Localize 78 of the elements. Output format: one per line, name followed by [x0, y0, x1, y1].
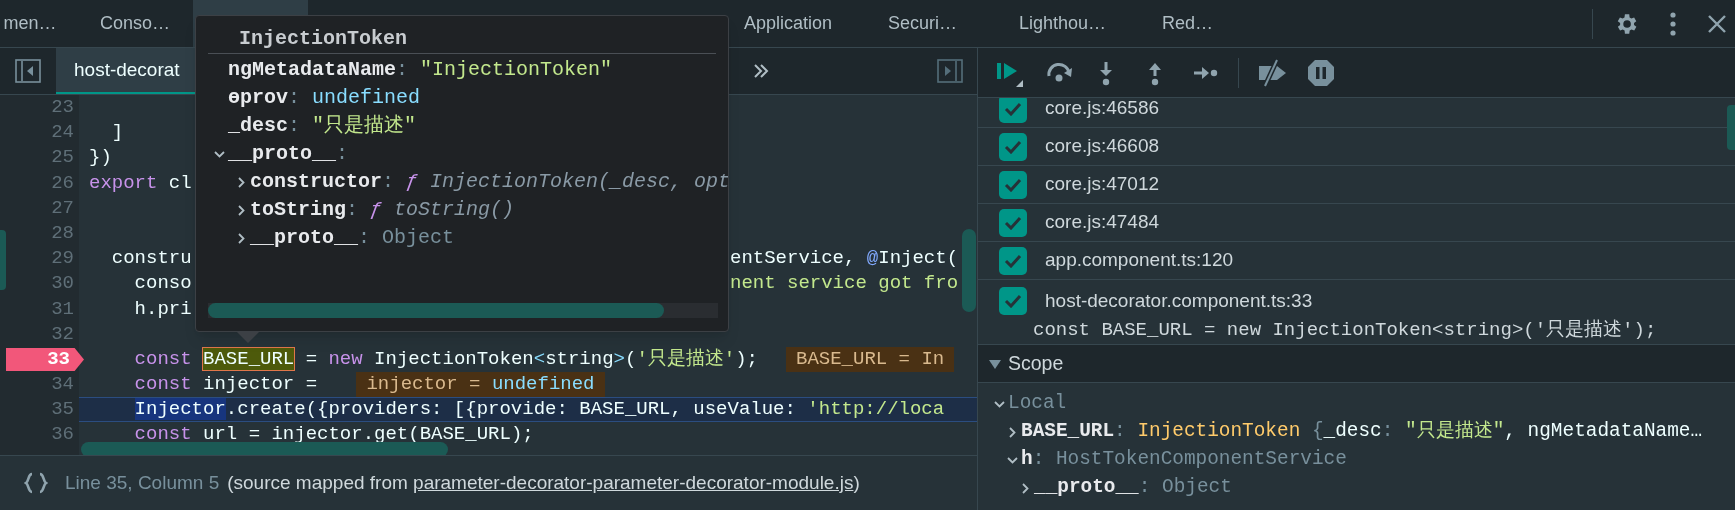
- sidebar-toggle-icon[interactable]: [937, 59, 963, 83]
- property-row[interactable]: constructor: ƒ InjectionToken(_desc, opt: [250, 167, 728, 197]
- chevron-down-icon[interactable]: [214, 148, 225, 160]
- checkmark-icon: [1004, 294, 1022, 308]
- inline-value: BASE_URL = In: [786, 346, 955, 373]
- chevron-right-icon[interactable]: [1020, 482, 1031, 494]
- checkbox[interactable]: [999, 98, 1027, 123]
- pretty-print-icon[interactable]: [24, 472, 48, 494]
- breakpoint-location[interactable]: core.js:47012: [1045, 170, 1160, 199]
- close-icon[interactable]: [1707, 13, 1727, 34]
- panel-tab[interactable]: Red…: [1140, 0, 1235, 47]
- file-tab[interactable]: host-decorat: [56, 48, 196, 94]
- tooltip-title: InjectionToken: [239, 26, 408, 52]
- triangle-down-icon[interactable]: [989, 357, 1001, 370]
- panel-tab[interactable]: Conso…: [80, 0, 190, 47]
- inline-value: injector = undefined: [356, 372, 605, 398]
- breakpoint-location[interactable]: host-decorator.component.ts:33: [1045, 286, 1313, 316]
- breakpoint-location[interactable]: app.component.ts:120: [1045, 246, 1234, 275]
- vertical-scrollbar[interactable]: [962, 229, 976, 312]
- code-line: const injector =: [133, 372, 319, 398]
- horizontal-scrollbar[interactable]: [81, 442, 448, 455]
- chevron-right-icon[interactable]: [236, 204, 247, 216]
- scroll-indicator: [0, 230, 6, 290]
- checkbox[interactable]: [999, 170, 1027, 199]
- scope-entry[interactable]: h: HostTokenComponentService: [1021, 445, 1347, 475]
- property-row[interactable]: __proto__: Object: [250, 223, 455, 253]
- horizontal-scrollbar[interactable]: [208, 303, 664, 318]
- checkbox[interactable]: [999, 208, 1027, 237]
- panel-tab[interactable]: Securi…: [865, 0, 980, 47]
- panel-tab[interactable]: men…: [0, 0, 60, 47]
- checkmark-icon: [1004, 139, 1022, 154]
- code-line: ]: [110, 120, 124, 146]
- section-title[interactable]: Scope: [1008, 348, 1064, 379]
- breakpoint-location[interactable]: core.js:47484: [1045, 208, 1160, 237]
- code-line: h.pri: [133, 296, 192, 322]
- scope-entry[interactable]: BASE_URL: InjectionToken {_desc: "只是描述", ngMetadataName…: [1021, 417, 1703, 447]
- pause-on-exceptions-icon[interactable]: [1307, 58, 1335, 87]
- checkbox[interactable]: [999, 287, 1027, 315]
- chevron-right-icon[interactable]: [1007, 426, 1018, 438]
- checkmark-icon: [1004, 177, 1022, 192]
- property-row[interactable]: ɵprov: undefined: [228, 83, 421, 113]
- panel-tab[interactable]: Application: [730, 0, 846, 47]
- property-row[interactable]: ngMetadataName: "InjectionToken": [228, 55, 613, 85]
- scope-entry[interactable]: Local: [1008, 389, 1067, 419]
- step-over-icon[interactable]: [1046, 61, 1074, 84]
- source-link[interactable]: parameter-decorator-parameter-decorator-module.js: [413, 471, 854, 493]
- code-line: constru: [110, 247, 192, 270]
- checkmark-icon: [1004, 215, 1022, 230]
- checkbox[interactable]: [999, 132, 1027, 161]
- checkmark-icon: [1004, 253, 1022, 268]
- code-snippet: const BASE_URL = new InjectionToken<string>('只是描述');: [1033, 318, 1657, 343]
- code-line: const BASE_URL = new InjectionToken<string>('只是描述');: [133, 346, 758, 372]
- property-row[interactable]: __proto__:: [228, 139, 349, 169]
- breakpoint-location[interactable]: core.js:46586: [1045, 98, 1160, 123]
- property-row[interactable]: _desc: "只是描述": [228, 111, 417, 141]
- more-options-icon[interactable]: [1669, 10, 1677, 37]
- chevron-right-icon[interactable]: [236, 176, 247, 188]
- code-line: conso: [133, 272, 192, 295]
- chevron-down-icon[interactable]: [994, 398, 1005, 410]
- code-line: export cl: [89, 170, 192, 196]
- code-line: }): [89, 145, 112, 171]
- cursor-position: Line 35, Column 5: [65, 470, 220, 495]
- code-line: entService, @Inject(: [730, 246, 959, 272]
- vertical-scrollbar[interactable]: [1727, 105, 1735, 150]
- property-row[interactable]: toString: ƒ toString(): [250, 195, 515, 225]
- breakpoint-location[interactable]: core.js:46608: [1045, 132, 1160, 161]
- checkbox[interactable]: [999, 246, 1027, 275]
- checkmark-icon: [1004, 101, 1022, 116]
- panel-tab[interactable]: Lighthou…: [1005, 0, 1120, 47]
- sidebar-toggle-icon[interactable]: [15, 59, 41, 83]
- code-line: Injector.create({providers: [{provide: BASE_URL, useValue: 'http://loca: [133, 397, 945, 423]
- chevron-down-icon[interactable]: [1007, 454, 1018, 466]
- chevron-right-icon[interactable]: [236, 232, 247, 244]
- scope-entry[interactable]: __proto__: Object: [1034, 473, 1232, 503]
- more-tabs-icon[interactable]: [753, 64, 769, 78]
- source-mapped-note: (source mapped from parameter-decorator-parameter-decorator-module.js): [227, 470, 860, 495]
- code-line: nent service got fro: [730, 271, 959, 297]
- code-line: const url = injector.get(BASE_URL);: [133, 422, 534, 448]
